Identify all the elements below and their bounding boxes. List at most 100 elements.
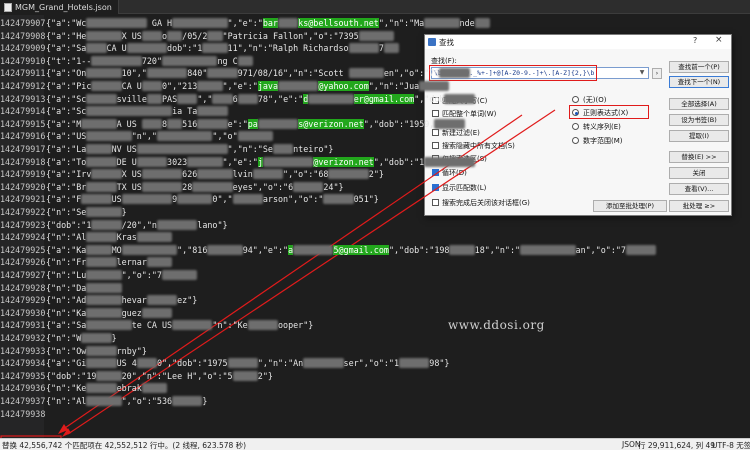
- code-line[interactable]: {"a":"FxxxxxxUSxxxxxxxxxx9xxxxxxx0","xxx…: [46, 193, 746, 206]
- code-text: {"a":"Sa: [46, 43, 87, 54]
- redacted-text: xxxxxxx: [424, 18, 460, 28]
- line-number: 142479931: [0, 320, 46, 331]
- code-line[interactable]: {"n":"Daxxxxxxx: [46, 282, 746, 295]
- code-text: ng C: [217, 55, 238, 66]
- redacted-text: xxxxxxxx: [172, 320, 213, 331]
- redacted-text: xxxxxx: [293, 181, 324, 192]
- redacted-text: xxxxxxxx: [303, 358, 344, 369]
- redacted-text: xxxxx: [96, 370, 122, 381]
- code-text: {"a":"To: [46, 156, 87, 167]
- redacted-text: xxxxxxxxxxxxxxxxx: [86, 106, 173, 117]
- redacted-text: xxxxxx: [86, 383, 117, 394]
- code-text: hevar: [121, 295, 147, 306]
- code-text: ","o":"7: [121, 270, 162, 280]
- code-text: }: [111, 333, 117, 343]
- code-line[interactable]: {"t":"1--xxxxxxxxxx720"xxxxxxxxxxxng Cxx…: [46, 55, 746, 68]
- code-text: {"n":"Ow: [46, 345, 87, 356]
- redacted-text: xxxx: [141, 81, 162, 91]
- redacted-text: xxxxxxx: [86, 270, 122, 280]
- code-line[interactable]: {"n":"Kexxxxxxebrakxxxxx: [46, 382, 746, 395]
- redacted-text: xxxxxx: [81, 333, 112, 343]
- code-text: ","816: [177, 244, 208, 255]
- line-number: 142479926: [0, 257, 46, 268]
- redacted-text: xxxxxx: [434, 118, 465, 129]
- line-number: 142479917: [0, 144, 46, 154]
- code-line[interactable]: {"a":"ToxxxxxxDE Uxxxxxx3023xxxxxxx","e"…: [46, 156, 746, 169]
- code-line[interactable]: {"a":"Onxxxxxxx10","xxxxxxxx840"xxxxxx97…: [46, 67, 746, 80]
- code-line[interactable]: {"n":"Frxxxxxxlernarxxxxx: [46, 256, 746, 269]
- code-text: {"n":"Lu: [46, 270, 87, 280]
- email-match: 5@gmail.com: [333, 244, 389, 255]
- code-text: ebrak: [116, 383, 142, 394]
- tab-file[interactable]: MGM_Grand_Hotels.json: [0, 0, 119, 14]
- code-text: 971/08/16","n":"Scott: [237, 68, 349, 79]
- line-number: 142479918: [0, 156, 46, 167]
- code-text: ","n":"An: [257, 358, 304, 369]
- redacted-text: xxxxx: [86, 144, 112, 154]
- line-number: 142479930: [0, 307, 46, 318]
- status-position[interactable]: 行 29,911,624, 列 49: [638, 440, 715, 450]
- status-bar: 替换 42,556,742 个匹配项在 42,552,512 行中。(2 线程,…: [0, 438, 750, 450]
- redacted-text: xxxxxxx: [197, 169, 233, 180]
- code-line[interactable]: {"n":"Sexxxxxxx}: [46, 206, 746, 219]
- redacted-text: xxxxxx: [141, 307, 173, 318]
- code-text: an","o":"7: [575, 244, 626, 255]
- code-line[interactable]: {"a":"ScxxxxxxsvillexxxPASxxxx","xxxx6xx…: [46, 93, 746, 106]
- code-text: ","dob: [414, 93, 445, 104]
- code-line[interactable]: {"n":"AlxxxxxxKrasxxxxxxx: [46, 231, 746, 244]
- code-line[interactable]: {"a":"Scxxxxxxxxxxxxxxxxxia Taxxxxxx: [46, 105, 746, 118]
- email-match: s@verizon.net: [298, 118, 364, 129]
- code-text: PAS: [162, 93, 178, 104]
- code-line[interactable]: {"a":"LaxxxxxNV USxxxxxxxxxxxxxxxxxx","n…: [46, 143, 746, 156]
- code-line[interactable]: {"a":"PicxxxxxxCA Uxxxx0","213xxxxx","e"…: [46, 80, 746, 93]
- code-line[interactable]: {"a":"MxxxxxxxA US xxxx8xxx516xxxxxxe":"…: [46, 118, 746, 131]
- redacted-text: xxxxxx: [172, 396, 203, 406]
- code-text: "n",": [131, 131, 157, 142]
- code-text: ia Ta: [172, 106, 198, 117]
- status-encoding[interactable]: UTF-8 无签名: [712, 440, 750, 450]
- code-line[interactable]: {"a":"KaxxxxxMOxxxxxxxxxxx","816xxxxxxx9…: [46, 244, 746, 257]
- code-line[interactable]: {"dob":"19xxxxx20","n":"Lee H","o":"5xxx…: [46, 370, 746, 383]
- code-text: "Patricia Fallon","o":"7395: [222, 30, 359, 41]
- code-line[interactable]: {"a":"IrvxxxxxxX USxxxxxxxx626xxxxxxxlvi…: [46, 168, 746, 181]
- code-line[interactable]: [46, 408, 746, 421]
- code-line[interactable]: {"n":"Kaxxxxxxxguezxxxxxx: [46, 307, 746, 320]
- code-text: ","dob":"198: [388, 244, 450, 255]
- redacted-text: xxx: [167, 118, 183, 129]
- redacted-text: xxxxxxxx: [257, 118, 299, 129]
- code-line[interactable]: {"n":"Wxxxxxx}: [46, 332, 746, 345]
- code-line[interactable]: {"n":"Alxxxxxxx","o":"536xxxxxx}: [46, 395, 746, 408]
- code-line[interactable]: {"n":"Owxxxxxxrnby"}: [46, 345, 746, 358]
- redacted-text: xxxxxx: [419, 81, 450, 91]
- redacted-text: xxxxxxxxxxx: [172, 18, 228, 28]
- code-line[interactable]: {"a":"SaxxxxCA Uxxxxxxxxdob":"1xxxxx11",…: [46, 42, 746, 55]
- email-match: er@gmail.com: [353, 93, 415, 104]
- line-number: 142479921: [0, 194, 46, 205]
- code-text: ","dob":"1959,: [363, 118, 435, 129]
- code-line[interactable]: {"a":"GixxxxxxUS 4xxxx0","dob":"1975xxxx…: [46, 357, 746, 370]
- redacted-text: xxxxx: [232, 370, 258, 381]
- code-line[interactable]: {"a":"USxxxxxxxxx"n","xxxxxxxxxxx","o"xx…: [46, 130, 746, 143]
- code-text: DE U: [116, 156, 137, 167]
- line-number: 142479929: [0, 295, 46, 306]
- redacted-text: xxxxxx: [81, 194, 112, 205]
- line-number: 142479909: [0, 43, 46, 54]
- redacted-text: xxxxxxxx: [277, 81, 319, 91]
- code-line[interactable]: {"a":"HexxxxxxxX USxxxxoxxx/05/2xxx"Patr…: [46, 30, 746, 43]
- line-number: 142479914: [0, 106, 46, 117]
- code-line[interactable]: {"n":"Adxxxxxxxhevarxxxxxxez"}: [46, 294, 746, 307]
- code-text: rnby"}: [116, 345, 147, 356]
- code-line[interactable]: {"dob":"1xxxxxx/20","nxxxxxxxxlano"}: [46, 219, 746, 232]
- code-text: TX US: [116, 181, 142, 192]
- code-text: {"a":"La: [46, 144, 87, 154]
- redacted-text: xxxxxxx: [86, 282, 122, 293]
- code-line[interactable]: {"a":"Wcxxxxxxxxxxxx GA Hxxxxxxxxxxx","e…: [46, 17, 746, 30]
- redacted-text: xxxxxxxxxx: [262, 156, 314, 167]
- code-text: {"n":"Da: [46, 282, 87, 293]
- line-number: 142479911: [0, 68, 46, 79]
- code-line[interactable]: {"n":"Luxxxxxxx","o":"7xxxxxxx: [46, 269, 746, 282]
- code-line[interactable]: {"a":"Saxxxxxxxxxte CA USxxxxxxxx"n":"Ke…: [46, 319, 746, 332]
- line-number: 142479920: [0, 181, 46, 192]
- code-line[interactable]: {"a":"BrxxxxxxTX USxxxxxxxx28xxxxxxxxeye…: [46, 181, 746, 194]
- code-text: X US: [121, 30, 142, 41]
